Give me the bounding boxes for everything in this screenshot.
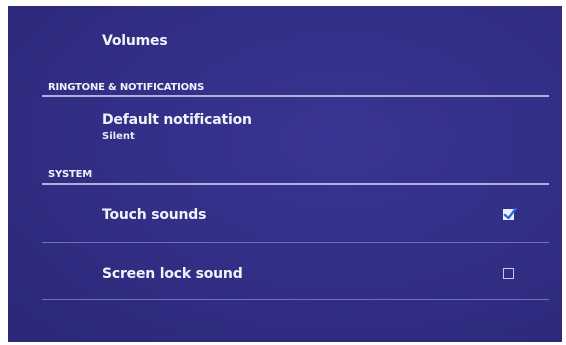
touch-sounds-checkbox[interactable] — [503, 207, 517, 220]
item-divider — [42, 299, 549, 300]
section-header-system: SYSTEM — [48, 169, 93, 180]
default-notification-summary: Silent — [102, 131, 135, 142]
default-notification-title: Default notification — [102, 112, 252, 128]
section-divider-ringtone — [42, 95, 549, 97]
touch-sounds-item[interactable]: Touch sounds — [8, 186, 562, 242]
check-icon — [503, 207, 517, 220]
touch-sounds-title: Touch sounds — [102, 207, 207, 223]
section-header-ringtone: RINGTONE & NOTIFICATIONS — [48, 82, 205, 93]
volumes-item[interactable]: Volumes — [8, 6, 562, 76]
volumes-title: Volumes — [102, 33, 168, 49]
default-notification-item[interactable]: Default notification Silent — [8, 98, 562, 164]
screen-lock-sound-title: Screen lock sound — [102, 266, 243, 282]
screen-lock-sound-item[interactable]: Screen lock sound — [8, 243, 562, 299]
section-divider-system — [42, 183, 549, 185]
settings-screen: Volumes RINGTONE & NOTIFICATIONS Default… — [8, 6, 562, 342]
screen-lock-sound-checkbox[interactable] — [503, 268, 514, 279]
